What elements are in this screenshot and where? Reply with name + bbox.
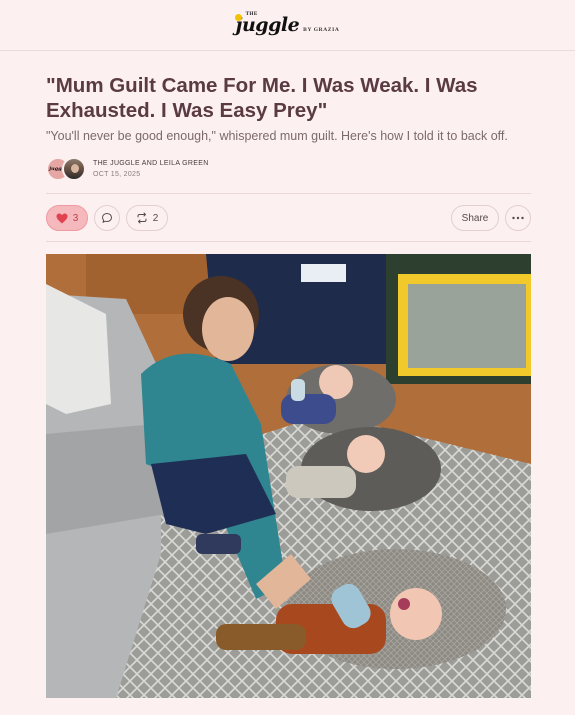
publication-logo[interactable]: THE juggle BY GRAZIA xyxy=(234,12,340,36)
like-button[interactable]: 3 xyxy=(46,205,88,231)
byline-text: THE JUGGLE AND LEILA GREEN OCT 15, 2025 xyxy=(93,160,209,178)
byline: juggle THE JUGGLE AND LEILA GREEN OCT 15… xyxy=(46,156,209,182)
action-bar: 3 2 Share xyxy=(46,205,531,231)
article-title: "Mum Guilt Came For Me. I Was Weak. I Wa… xyxy=(46,74,478,122)
share-button[interactable]: Share xyxy=(451,205,499,231)
article-subtitle: "You'll never be good enough," whispered… xyxy=(46,129,508,143)
like-count: 3 xyxy=(72,212,79,224)
restack-icon xyxy=(137,212,147,224)
author-names[interactable]: THE JUGGLE AND LEILA GREEN xyxy=(93,160,209,167)
restack-count: 2 xyxy=(152,212,159,224)
author-avatar[interactable] xyxy=(62,157,86,181)
more-button[interactable] xyxy=(505,205,531,231)
heart-icon xyxy=(56,213,68,223)
logo-dot xyxy=(234,14,242,21)
article-hero-image[interactable] xyxy=(46,254,531,698)
logo-wordmark: juggle xyxy=(235,14,300,36)
top-bar: THE juggle BY GRAZIA xyxy=(0,0,575,51)
restack-button[interactable]: 2 xyxy=(126,205,168,231)
logo-the: THE xyxy=(245,12,258,17)
hero-photo-illustration xyxy=(46,254,531,698)
comment-button[interactable] xyxy=(94,205,120,231)
logo-by-grazia: BY GRAZIA xyxy=(303,27,340,33)
divider-top xyxy=(46,193,531,194)
more-icon xyxy=(512,216,524,220)
comment-icon xyxy=(102,213,112,223)
publish-date: OCT 15, 2025 xyxy=(93,171,141,178)
divider-bottom xyxy=(46,241,531,242)
